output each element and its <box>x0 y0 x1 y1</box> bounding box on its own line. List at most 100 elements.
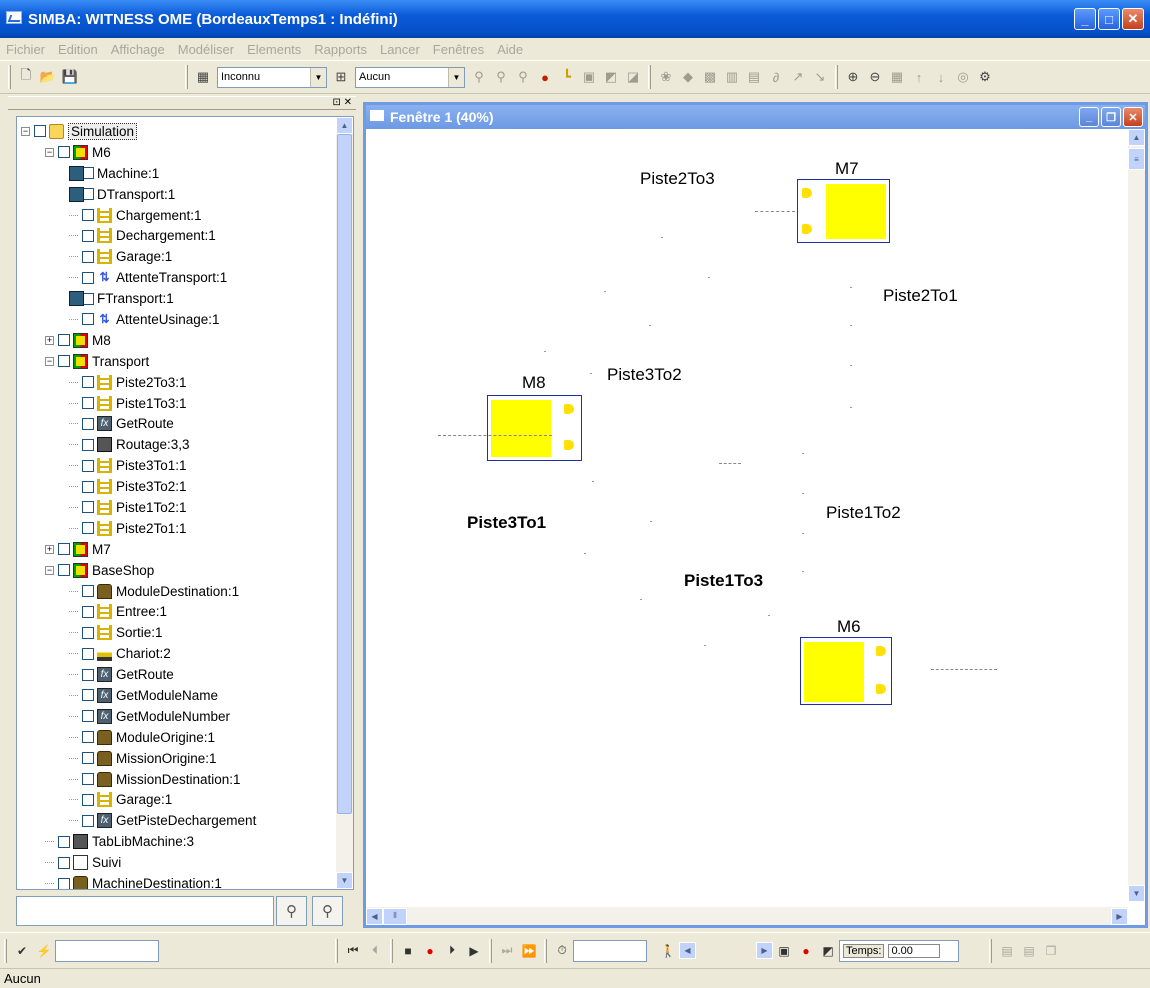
tree-checkbox[interactable] <box>58 334 70 347</box>
open-file-icon[interactable]: 📂 <box>39 68 57 86</box>
find-button[interactable]: ⚲ <box>276 896 307 926</box>
toolbar-grip-3[interactable] <box>648 65 651 89</box>
report-icon[interactable]: ▤ <box>999 943 1015 959</box>
scroll-left-icon[interactable]: ◀ <box>366 907 383 925</box>
module-tool-icon[interactable]: ▥ <box>723 68 741 86</box>
close-button[interactable]: ✕ <box>1122 8 1144 30</box>
menu-elements[interactable]: Elements <box>247 42 301 57</box>
vehicle-tool-icon[interactable]: ◆ <box>679 68 697 86</box>
label-piste1to2[interactable]: Piste1To2 <box>826 503 901 523</box>
tree-checkbox[interactable] <box>82 647 94 660</box>
machine-m7[interactable] <box>797 179 890 243</box>
tree-checkbox[interactable] <box>82 605 94 618</box>
tree-checkbox[interactable] <box>58 835 70 848</box>
tree-item[interactable]: MissionOrigine:1 <box>17 748 337 769</box>
tree-checkbox[interactable] <box>82 731 94 744</box>
expand-toggle-icon[interactable]: + <box>45 544 54 554</box>
tree-item[interactable]: Entree:1 <box>17 601 337 622</box>
menu-aide[interactable]: Aide <box>497 42 523 57</box>
label-piste3to1[interactable]: Piste3To1 <box>467 513 546 533</box>
tree-checkbox[interactable] <box>82 814 94 827</box>
model-close-button[interactable]: ✕ <box>1123 107 1143 127</box>
tree-checkbox[interactable] <box>82 522 94 535</box>
tree-item[interactable]: fx GetModuleName <box>17 685 337 706</box>
label-piste2to3[interactable]: Piste2To3 <box>640 169 715 189</box>
canvas-vscroll-thumb[interactable]: ≡ <box>1128 148 1145 170</box>
buffer-tool-icon[interactable]: ┗ <box>558 68 576 86</box>
part-icon[interactable]: ● <box>536 68 554 86</box>
menu-fichier[interactable]: Fichier <box>6 42 45 57</box>
chevron-down-icon[interactable]: ▼ <box>448 67 464 87</box>
toolbar-grip-2[interactable] <box>185 65 188 89</box>
tree-checkbox[interactable] <box>82 668 94 681</box>
tree-item[interactable]: Piste2To1:1 <box>17 518 337 539</box>
tree-item[interactable]: fx GetPisteDechargement <box>17 810 337 831</box>
tree-item[interactable]: Suivi <box>17 852 337 873</box>
walk-alt-icon[interactable]: ⚲ <box>492 68 510 86</box>
tree-item[interactable]: DTransport:1 <box>17 184 337 205</box>
step-icon[interactable]: ⏵ <box>444 943 460 959</box>
arrow-up-icon[interactable]: ↑ <box>910 68 928 86</box>
toolbar-grip[interactable] <box>8 65 11 89</box>
model-window-titlebar[interactable]: Fenêtre 1 (40%) _ ❐ ✕ <box>366 105 1145 129</box>
tree-item[interactable]: Garage:1 <box>17 790 337 811</box>
model-canvas[interactable]: Piste2To3 Piste2To1 Piste3To2 Piste3To1 … <box>366 129 1128 902</box>
camera-icon[interactable]: ◎ <box>954 68 972 86</box>
panel-close-icon[interactable]: ⊡ ✕ <box>332 97 352 109</box>
tree-item[interactable]: Garage:1 <box>17 246 337 267</box>
machine-m6[interactable] <box>800 637 892 705</box>
tree-item[interactable]: fx GetRoute <box>17 413 337 434</box>
tree-checkbox[interactable] <box>58 146 70 159</box>
minimize-button[interactable]: _ <box>1074 8 1096 30</box>
tree-checkbox[interactable] <box>82 501 94 514</box>
zoom-out-icon[interactable]: ⊖ <box>866 68 884 86</box>
tree-checkbox[interactable] <box>82 626 94 639</box>
tree-item[interactable]: FTransport:1 <box>17 288 337 309</box>
rewind-icon[interactable]: ⏮ <box>345 943 361 959</box>
label-piste3to2[interactable]: Piste3To2 <box>607 365 682 385</box>
tree-vertical-scrollbar[interactable]: ▲ ▼ <box>336 117 353 889</box>
tree-item[interactable]: Sortie:1 <box>17 622 337 643</box>
check-icon[interactable]: ✔ <box>14 943 30 959</box>
tree-search-input[interactable] <box>16 896 274 926</box>
tree-item[interactable]: + M7 <box>17 539 337 560</box>
expand-toggle-icon[interactable]: + <box>45 335 54 345</box>
tree-scroll-thumb[interactable] <box>337 134 352 814</box>
run-toolbar-grip-2[interactable] <box>335 938 338 963</box>
tree-item[interactable]: − M6 <box>17 142 337 163</box>
label-piste2to1[interactable]: Piste2To1 <box>883 286 958 306</box>
tree-item[interactable]: + M8 <box>17 330 337 351</box>
speed-right-icon[interactable]: ▶ <box>756 942 773 959</box>
expand-toggle-icon[interactable]: − <box>45 565 54 575</box>
tree-checkbox[interactable] <box>82 397 94 410</box>
play-icon[interactable]: ▶ <box>466 943 482 959</box>
tree-item[interactable]: ⇅ AttenteUsinage:1 <box>17 309 337 330</box>
tree-checkbox[interactable] <box>82 752 94 765</box>
model-restore-button[interactable]: ❐ <box>1101 107 1121 127</box>
speed-left-icon[interactable]: ◀ <box>679 942 696 959</box>
labor-tool-icon[interactable]: ❀ <box>657 68 675 86</box>
maximize-button[interactable]: □ <box>1098 8 1120 30</box>
command-input[interactable] <box>55 939 159 962</box>
arrow-tool-icon[interactable]: ↗ <box>789 68 807 86</box>
tree-checkbox[interactable] <box>82 209 94 221</box>
menu-rapports[interactable]: Rapports <box>314 42 367 57</box>
tree-item[interactable]: Machine:1 <box>17 163 337 184</box>
tree-checkbox[interactable] <box>82 229 94 242</box>
stop-icon[interactable]: ■ <box>400 943 416 959</box>
tree-item[interactable]: MissionDestination:1 <box>17 769 337 790</box>
tree-checkbox[interactable] <box>58 564 70 577</box>
tree-item[interactable]: MachineDestination:1 <box>17 873 337 889</box>
menu-lancer[interactable]: Lancer <box>380 42 420 57</box>
report-alt-icon[interactable]: ▤ <box>1021 943 1037 959</box>
conveyor-tool-icon[interactable]: ◩ <box>602 68 620 86</box>
tree-checkbox[interactable] <box>82 250 94 263</box>
tree-checkbox[interactable] <box>82 459 94 472</box>
tree-checkbox[interactable] <box>58 355 70 368</box>
tree-checkbox[interactable] <box>82 689 94 702</box>
label-piste1to3[interactable]: Piste1To3 <box>684 571 763 591</box>
tree-checkbox[interactable] <box>82 376 94 389</box>
network-icon[interactable]: ⚙ <box>976 68 994 86</box>
scroll-up-icon[interactable]: ▲ <box>1128 129 1145 146</box>
tree-item[interactable]: Piste3To2:1 <box>17 476 337 497</box>
